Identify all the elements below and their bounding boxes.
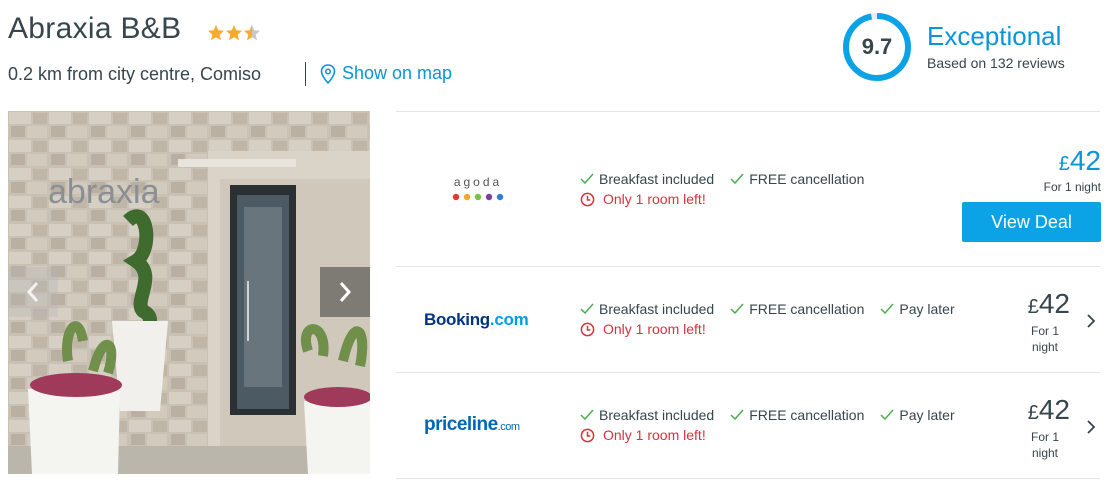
deal-booking-per-night: For 1 night — [1030, 324, 1059, 354]
deals-top-divider — [396, 111, 1100, 112]
deal-divider — [396, 266, 1100, 267]
check-icon — [880, 409, 894, 421]
distance-text: 0.2 km from city centre, Comiso — [8, 64, 262, 84]
rooms-left-warning: Only 1 room left! — [580, 427, 955, 443]
rating-word: Exceptional — [927, 21, 1062, 51]
photo-next-button[interactable] — [320, 267, 370, 317]
deal-priceline-logo[interactable]: priceline.com — [424, 414, 520, 436]
feature-pay-later: Pay later — [880, 407, 955, 423]
agoda-dots-icon — [452, 193, 504, 201]
show-on-map-link[interactable]: Show on map — [320, 63, 452, 84]
deal-priceline-details: Breakfast included FREE cancellation Pay… — [580, 407, 955, 443]
deal-booking-details: Breakfast included FREE cancellation Pay… — [580, 301, 955, 337]
hotel-photo-image: abraxia — [8, 111, 370, 474]
feature-pay-later: Pay later — [880, 301, 955, 317]
chevron-right-icon[interactable] — [1086, 313, 1096, 329]
deal-agoda-price: £42 — [1058, 145, 1101, 176]
deal-priceline-price: £42 — [1027, 394, 1070, 425]
clock-icon — [580, 322, 595, 336]
deal-divider — [396, 478, 1100, 479]
sign-text: abraxia — [48, 173, 160, 211]
deal-agoda-logo[interactable]: agoda — [448, 175, 508, 207]
check-icon — [730, 409, 744, 421]
feature-free-cancellation: FREE cancellation — [730, 301, 864, 317]
feature-breakfast: Breakfast included — [580, 171, 714, 187]
feature-free-cancellation: FREE cancellation — [730, 171, 864, 187]
check-icon — [580, 173, 594, 185]
check-icon — [580, 409, 594, 421]
feature-breakfast: Breakfast included — [580, 301, 714, 317]
hotel-name: Abraxia B&B — [8, 12, 182, 45]
rooms-left-warning: Only 1 room left! — [580, 191, 864, 207]
star-rating — [208, 25, 260, 41]
star-icon — [208, 25, 224, 41]
rooms-left-warning: Only 1 room left! — [580, 321, 955, 337]
view-deal-button[interactable]: View Deal — [962, 202, 1101, 242]
check-icon — [730, 173, 744, 185]
review-count: Based on 132 reviews — [927, 55, 1065, 71]
star-icon — [244, 25, 260, 41]
deal-agoda-details: Breakfast included FREE cancellation Onl… — [580, 171, 864, 207]
deal-booking-logo[interactable]: Booking.com — [424, 310, 529, 330]
deal-divider — [396, 372, 1100, 373]
map-pin-icon — [320, 63, 336, 84]
show-on-map-label: Show on map — [342, 63, 453, 83]
feature-breakfast: Breakfast included — [580, 407, 714, 423]
deal-agoda-per-night: For 1 night — [1043, 180, 1101, 194]
divider — [305, 62, 306, 86]
rating-score: 9.7 — [861, 34, 893, 59]
star-icon — [226, 25, 242, 41]
photo-prev-button[interactable] — [8, 267, 58, 317]
chevron-right-icon — [339, 282, 352, 302]
hotel-photo[interactable]: abraxia — [8, 111, 370, 474]
chevron-left-icon — [26, 282, 39, 302]
check-icon — [580, 303, 594, 315]
feature-free-cancellation: FREE cancellation — [730, 407, 864, 423]
agoda-wordmark: agoda — [453, 175, 503, 189]
check-icon — [730, 303, 744, 315]
deal-priceline-per-night: For 1 night — [1030, 430, 1059, 460]
check-icon — [880, 303, 894, 315]
chevron-right-icon[interactable] — [1086, 419, 1096, 435]
clock-icon — [580, 428, 595, 442]
deal-booking-price: £42 — [1027, 288, 1070, 319]
clock-icon — [580, 192, 595, 206]
